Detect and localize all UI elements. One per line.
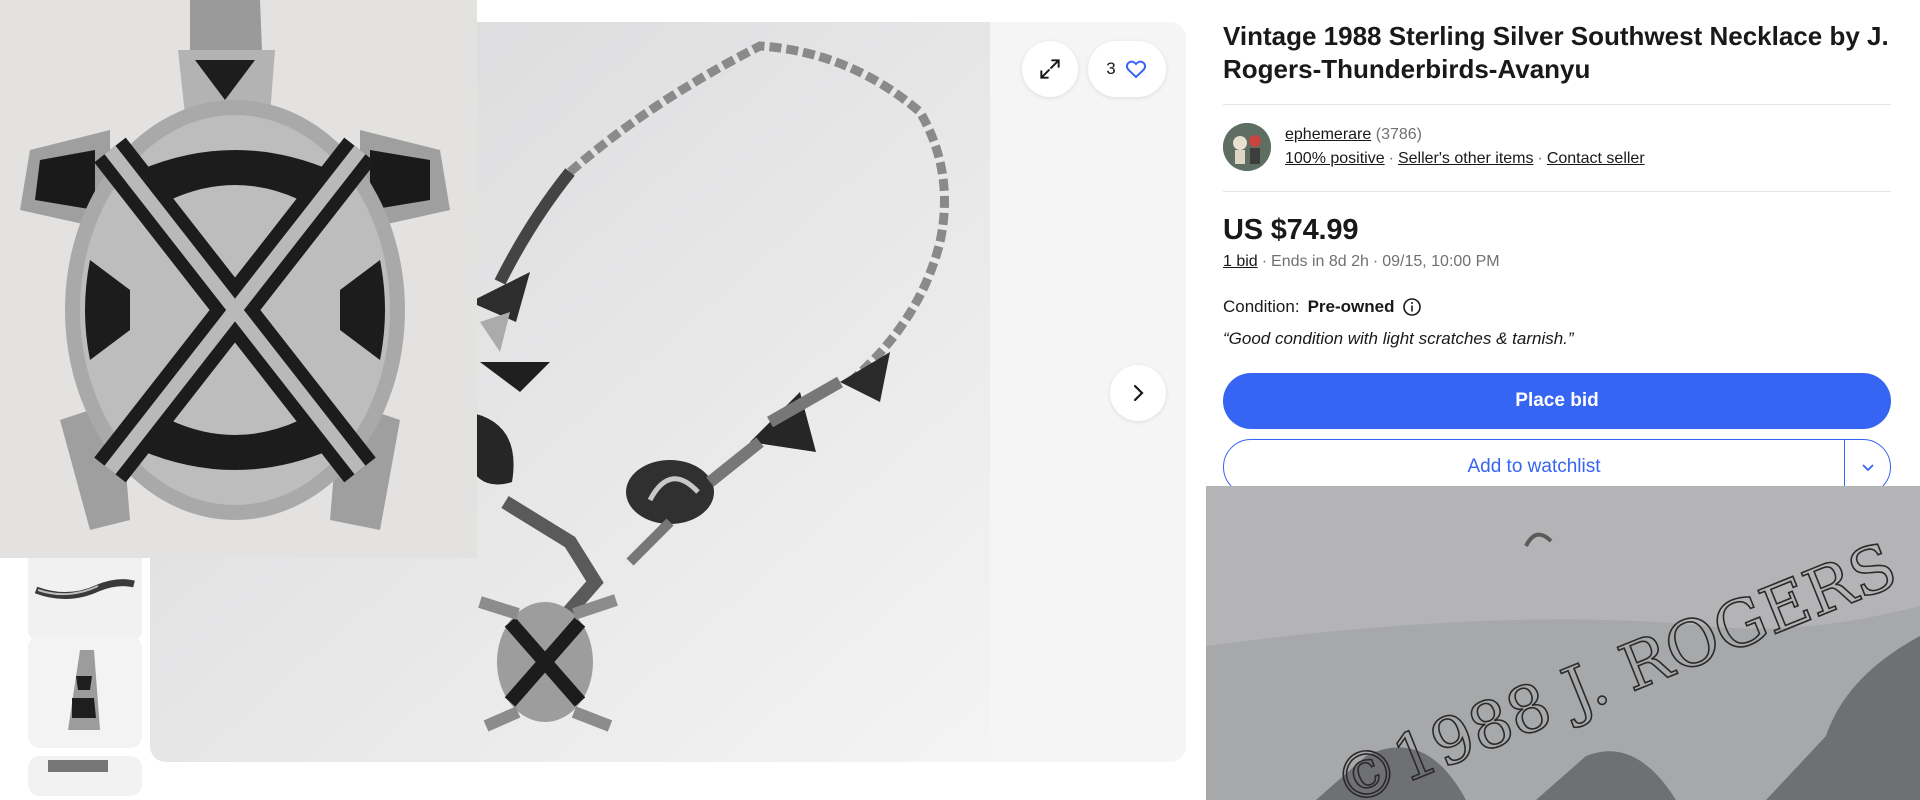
place-bid-button[interactable]: Place bid — [1223, 373, 1891, 429]
engraving-zoom-overlay: ©1988 J. ROGERS — [1206, 486, 1920, 800]
condition-value: Pre-owned — [1307, 297, 1395, 316]
contact-seller-link[interactable]: Contact seller — [1547, 150, 1645, 167]
listing-title: Vintage 1988 Sterling Silver Southwest N… — [1223, 21, 1889, 84]
condition-label: Condition: — [1223, 297, 1300, 316]
seller-other-items-link[interactable]: Seller's other items — [1398, 150, 1534, 167]
expand-icon — [1040, 59, 1060, 79]
chevron-right-icon — [1133, 384, 1144, 402]
thumbnail-2[interactable] — [28, 636, 142, 748]
seller-name-link[interactable]: ephemerare — [1285, 126, 1371, 143]
ends-in: Ends in 8d 2h — [1271, 253, 1369, 270]
bid-info: 1 bid · Ends in 8d 2h · 09/15, 10:00 PM — [1223, 253, 1500, 270]
watch-count: 3 — [1106, 59, 1116, 78]
seller-positive-link[interactable]: 100% positive — [1285, 150, 1385, 167]
price: US $74.99 — [1223, 214, 1359, 246]
thumbnail-3[interactable] — [28, 756, 142, 796]
listing-details: Vintage 1988 Sterling Silver Southwest N… — [1223, 20, 1891, 495]
watch-count-button[interactable]: 3 — [1088, 41, 1166, 97]
seller-info: ephemerare (3786) 100% positive · Seller's… — [1285, 126, 1645, 167]
seller-avatar[interactable] — [1223, 123, 1271, 171]
seller-card: ephemerare (3786) 100% positive · Seller's… — [1223, 105, 1891, 191]
condition-row: Condition: Pre-owned — [1223, 297, 1891, 317]
info-icon[interactable] — [1402, 297, 1422, 317]
bid-count-link[interactable]: 1 bid — [1223, 253, 1258, 270]
condition-note: “Good condition with light scratches & t… — [1223, 329, 1574, 348]
turtle-zoom-overlay — [0, 0, 477, 558]
chevron-down-icon — [1861, 464, 1874, 472]
expand-button[interactable] — [1022, 41, 1078, 97]
divider — [1223, 191, 1891, 192]
heart-icon — [1125, 60, 1146, 79]
next-image-button[interactable] — [1110, 365, 1166, 421]
seller-feedback-count: (3786) — [1375, 126, 1422, 143]
end-time: 09/15, 10:00 PM — [1382, 253, 1500, 270]
